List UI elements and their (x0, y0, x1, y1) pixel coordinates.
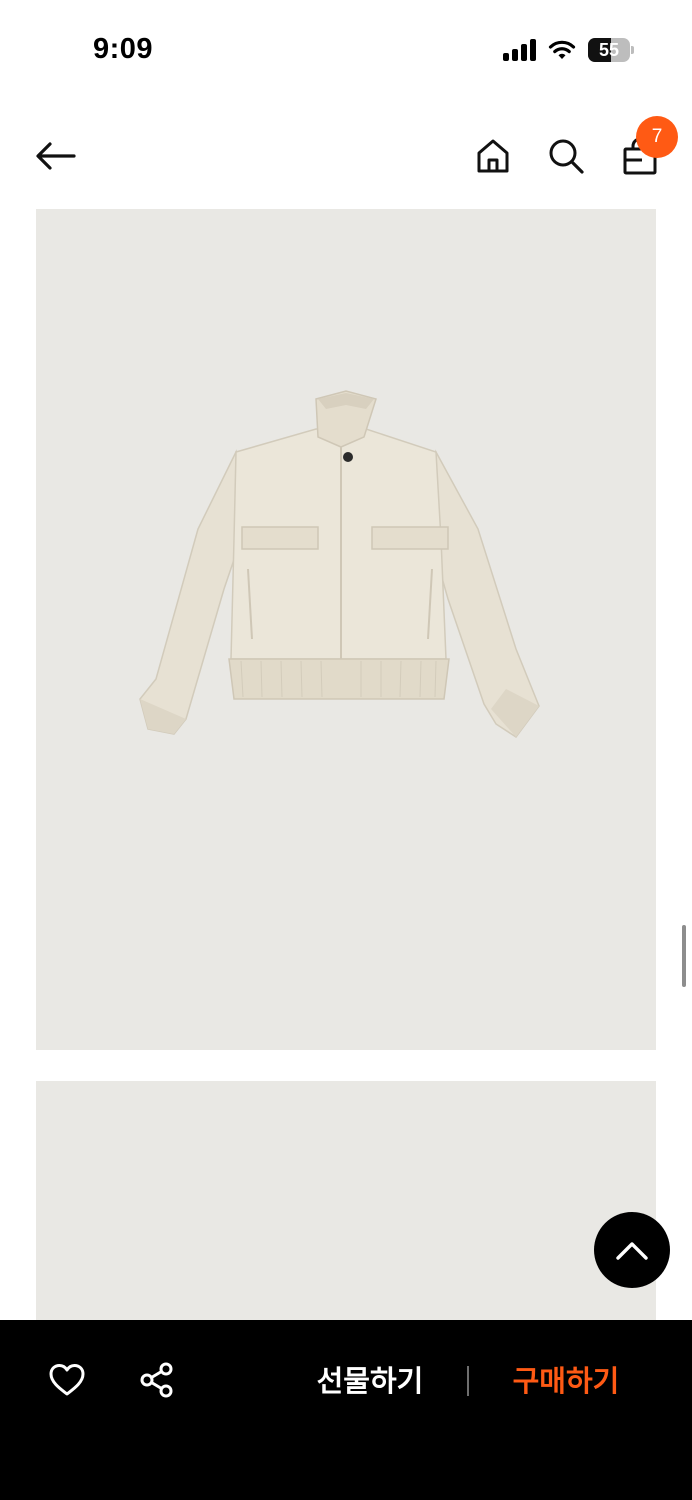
battery-icon: 55 (588, 38, 634, 62)
cellular-signal-icon (503, 39, 536, 61)
home-icon (477, 139, 509, 173)
product-image-2[interactable] (36, 1081, 656, 1341)
share-button[interactable] (137, 1360, 177, 1400)
home-button[interactable] (470, 132, 516, 180)
back-button[interactable] (30, 132, 82, 180)
product-image[interactable] (36, 209, 656, 1050)
heart-icon (49, 1364, 85, 1396)
jacket-image (139, 390, 540, 739)
arrow-left-icon (36, 142, 76, 170)
search-icon (549, 139, 584, 174)
product-detail-screen: 9:09 55 7 선물하기 구매하기 (0, 0, 692, 1500)
cart-count-badge: 7 (636, 116, 678, 158)
status-bar: 9:09 55 (0, 0, 692, 100)
gift-button[interactable]: 선물하기 (300, 1358, 440, 1404)
like-button[interactable] (46, 1360, 88, 1400)
wifi-icon (548, 40, 576, 59)
status-icons: 55 (503, 38, 634, 62)
status-time: 9:09 (93, 33, 154, 65)
search-button[interactable] (543, 132, 589, 180)
scroll-to-top-button[interactable] (594, 1212, 670, 1288)
buy-button[interactable]: 구매하기 (496, 1358, 636, 1404)
chevron-up-icon (616, 1242, 648, 1260)
header (0, 110, 692, 200)
scroll-indicator[interactable] (682, 925, 686, 987)
divider (467, 1366, 469, 1396)
bottom-action-bar: 선물하기 구매하기 (0, 1320, 692, 1500)
battery-level: 55 (598, 40, 620, 60)
share-icon (140, 1362, 173, 1398)
